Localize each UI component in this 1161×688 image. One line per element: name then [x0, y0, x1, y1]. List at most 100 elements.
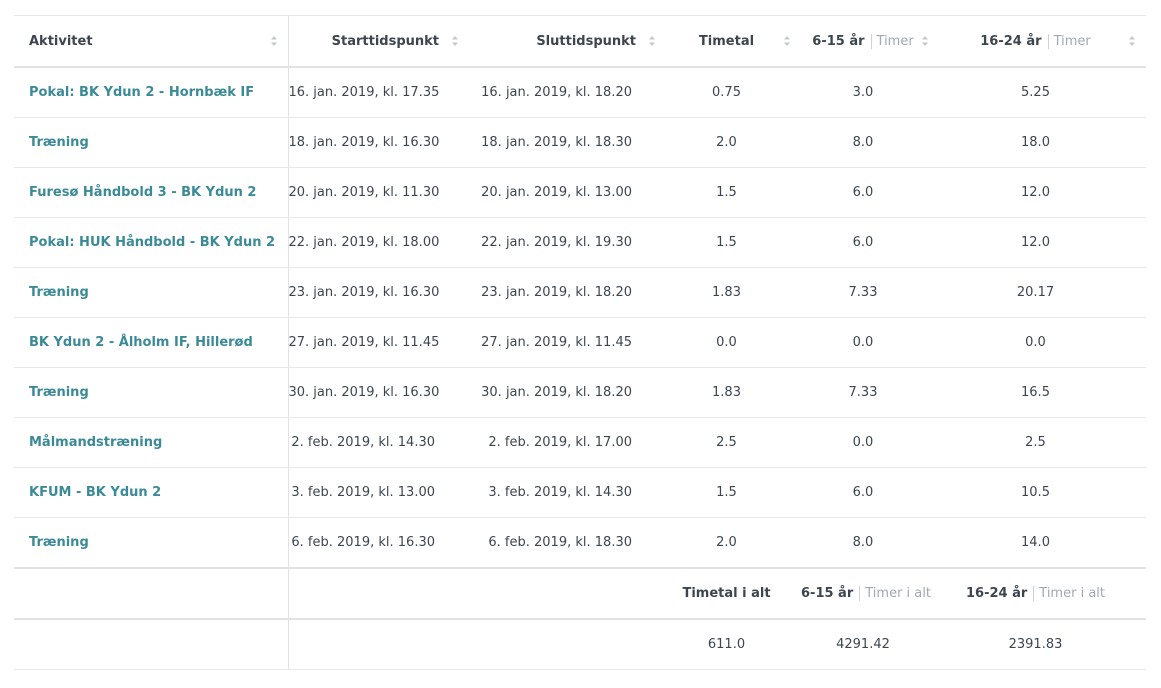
start-time-cell: 16. jan. 2019, kl. 17.35 [288, 67, 469, 118]
age-16-24-hours-cell: 18.0 [939, 117, 1146, 168]
header-activity-label: Aktivitet [29, 33, 93, 49]
totals-age-16-24-value: 2391.83 [939, 619, 1146, 670]
sort-icon[interactable] [921, 35, 929, 47]
header-hours[interactable]: Timetal [666, 15, 801, 68]
header-start[interactable]: Starttidspunkt [288, 15, 469, 68]
sort-icon[interactable] [270, 35, 278, 47]
activity-link[interactable]: Målmandstræning [29, 435, 162, 450]
table-row: BK Ydun 2 - Ålholm IF, Hillerød 27. jan. … [14, 317, 1146, 368]
totals-age-6-15-header: 6-15 år Timer i alt [801, 567, 939, 620]
table-row: Træning 30. jan. 2019, kl. 16.30 30. jan. … [14, 367, 1146, 418]
age-6-15-hours-cell: 0.0 [801, 417, 939, 468]
start-time-cell: 18. jan. 2019, kl. 16.30 [288, 117, 469, 168]
header-age-6-15-sub: Timer [870, 33, 914, 49]
age-16-24-hours-cell: 16.5 [939, 367, 1146, 418]
age-16-24-hours-cell: 20.17 [939, 267, 1146, 318]
age-6-15-hours-cell: 6.0 [801, 217, 939, 268]
age-6-15-hours-cell: 7.33 [801, 367, 939, 418]
start-time-cell: 3. feb. 2019, kl. 13.00 [288, 467, 469, 518]
table-row: Træning 18. jan. 2019, kl. 16.30 18. jan. … [14, 117, 1146, 168]
totals-age-16-24-sub: Timer i alt [1033, 586, 1105, 601]
sort-icon[interactable] [783, 35, 791, 47]
sort-icon[interactable] [1128, 35, 1136, 47]
age-16-24-hours-cell: 10.5 [939, 467, 1146, 518]
activity-link[interactable]: Træning [29, 285, 89, 300]
activity-cell: Træning [14, 367, 289, 418]
activity-link[interactable]: Pokal: BK Ydun 2 - Hornbæk IF [29, 85, 254, 100]
start-time-cell: 2. feb. 2019, kl. 14.30 [288, 417, 469, 468]
hours-cell: 1.5 [666, 467, 801, 518]
totals-empty-cell [14, 619, 289, 670]
end-time-cell: 22. jan. 2019, kl. 19.30 [469, 217, 666, 268]
activity-cell: Pokal: BK Ydun 2 - Hornbæk IF [14, 67, 289, 118]
totals-empty-cell [469, 619, 666, 670]
totals-header-row: Timetal i alt 6-15 år Timer i alt 16-24 å… [14, 567, 1146, 620]
end-time-cell: 16. jan. 2019, kl. 18.20 [469, 67, 666, 118]
activity-link[interactable]: KFUM - BK Ydun 2 [29, 485, 161, 500]
activity-table-container: Aktivitet Starttidspunkt Sluttidspunkt T… [14, 15, 1146, 670]
activity-link[interactable]: Pokal: HUK Håndbold - BK Ydun 2 [29, 235, 275, 250]
activity-link[interactable]: Furesø Håndbold 3 - BK Ydun 2 [29, 185, 256, 200]
header-age-16-24-label: 16-24 år [980, 33, 1042, 49]
table-row: Træning 23. jan. 2019, kl. 16.30 23. jan. … [14, 267, 1146, 318]
activity-link[interactable]: Træning [29, 535, 89, 550]
activity-link[interactable]: BK Ydun 2 - Ålholm IF, Hillerød [29, 335, 253, 350]
hours-cell: 1.83 [666, 367, 801, 418]
hours-cell: 1.83 [666, 267, 801, 318]
hours-cell: 2.5 [666, 417, 801, 468]
end-time-cell: 20. jan. 2019, kl. 13.00 [469, 167, 666, 218]
sort-icon[interactable] [648, 35, 656, 47]
header-age-6-15[interactable]: 6-15 år Timer [801, 15, 939, 68]
totals-empty-cell [288, 567, 469, 620]
header-age-6-15-label: 6-15 år [812, 33, 865, 49]
age-6-15-hours-cell: 8.0 [801, 117, 939, 168]
header-activity[interactable]: Aktivitet [14, 15, 289, 68]
table-row: Målmandstræning 2. feb. 2019, kl. 14.30 2.… [14, 417, 1146, 468]
table-body: Pokal: BK Ydun 2 - Hornbæk IF 16. jan. 20… [14, 67, 1146, 569]
table-row: Pokal: BK Ydun 2 - Hornbæk IF 16. jan. 20… [14, 67, 1146, 118]
start-time-cell: 30. jan. 2019, kl. 16.30 [288, 367, 469, 418]
hours-cell: 1.5 [666, 217, 801, 268]
age-6-15-hours-cell: 8.0 [801, 517, 939, 569]
age-6-15-hours-cell: 6.0 [801, 167, 939, 218]
header-end[interactable]: Sluttidspunkt [469, 15, 666, 68]
activity-cell: Furesø Håndbold 3 - BK Ydun 2 [14, 167, 289, 218]
activity-link[interactable]: Træning [29, 135, 89, 150]
activity-link[interactable]: Træning [29, 385, 89, 400]
header-age-16-24[interactable]: 16-24 år Timer [939, 15, 1146, 68]
age-16-24-hours-cell: 5.25 [939, 67, 1146, 118]
totals-age-16-24-label: 16-24 år [965, 586, 1028, 601]
activity-cell: Træning [14, 517, 289, 569]
header-hours-label: Timetal [698, 33, 755, 49]
table-header-row: Aktivitet Starttidspunkt Sluttidspunkt T… [14, 15, 1146, 68]
activity-table: Aktivitet Starttidspunkt Sluttidspunkt T… [14, 15, 1146, 670]
age-6-15-hours-cell: 0.0 [801, 317, 939, 368]
activity-cell: KFUM - BK Ydun 2 [14, 467, 289, 518]
hours-cell: 0.75 [666, 67, 801, 118]
age-6-15-hours-cell: 7.33 [801, 267, 939, 318]
header-start-label: Starttidspunkt [331, 33, 439, 49]
age-16-24-hours-cell: 12.0 [939, 217, 1146, 268]
age-16-24-hours-cell: 14.0 [939, 517, 1146, 569]
activity-cell: Træning [14, 267, 289, 318]
activity-cell: Pokal: HUK Håndbold - BK Ydun 2 [14, 217, 289, 268]
hours-cell: 2.0 [666, 117, 801, 168]
totals-values-row: 611.0 4291.42 2391.83 [14, 619, 1146, 670]
totals-age-6-15-label: 6-15 år [801, 586, 854, 601]
totals-age-6-15-value: 4291.42 [801, 619, 939, 670]
end-time-cell: 18. jan. 2019, kl. 18.30 [469, 117, 666, 168]
totals-age-16-24-header: 16-24 år Timer i alt [939, 567, 1146, 620]
sort-icon[interactable] [451, 35, 459, 47]
activity-cell: Træning [14, 117, 289, 168]
table-row: Furesø Håndbold 3 - BK Ydun 2 20. jan. 20… [14, 167, 1146, 218]
hours-cell: 0.0 [666, 317, 801, 368]
header-age-16-24-sub: Timer [1047, 33, 1091, 49]
totals-age-6-15-sub: Timer i alt [859, 586, 931, 601]
table-row: Træning 6. feb. 2019, kl. 16.30 6. feb. 20… [14, 517, 1146, 569]
totals-empty-cell [469, 567, 666, 620]
header-end-label: Sluttidspunkt [536, 33, 636, 49]
end-time-cell: 6. feb. 2019, kl. 18.30 [469, 517, 666, 569]
totals-hours-value: 611.0 [666, 619, 801, 670]
age-16-24-hours-cell: 12.0 [939, 167, 1146, 218]
activity-cell: BK Ydun 2 - Ålholm IF, Hillerød [14, 317, 289, 368]
